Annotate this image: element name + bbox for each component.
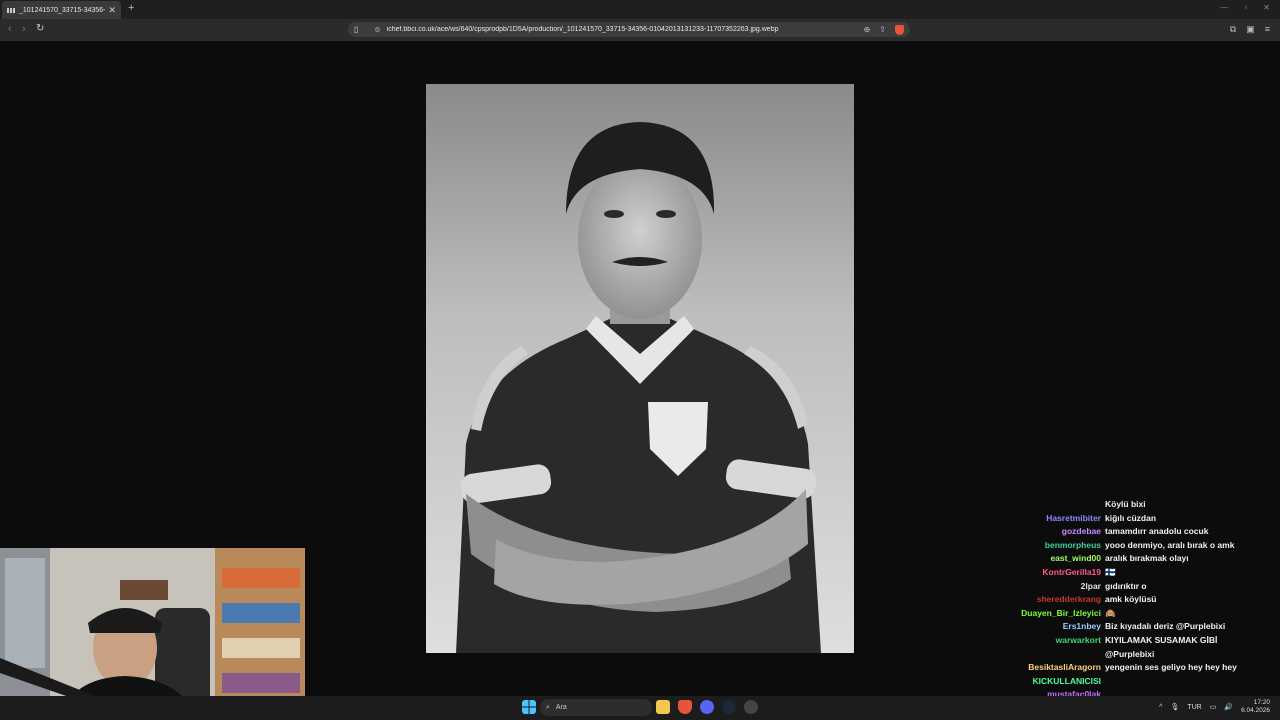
chat-message: gozdebae tamamdırr anadolu cocuk [1005, 525, 1275, 539]
close-tab-icon[interactable]: ✕ [108, 5, 116, 16]
chat-message: 2lpar gıdırıktır o [1005, 580, 1275, 594]
discord-icon[interactable] [700, 700, 714, 714]
chat-username[interactable]: sheredderkrang [1005, 593, 1105, 607]
obs-icon[interactable] [744, 700, 758, 714]
zoom-icon[interactable]: ⊕ [864, 25, 871, 34]
chat-text: KIYILAMAK SUSAMAK GİBİ [1105, 634, 1218, 645]
volume-icon[interactable]: 🔊 [1224, 703, 1233, 711]
chat-message: Duayen_Bir_Izleyici 🙈 [1005, 607, 1275, 621]
chat-username[interactable]: gozdebae [1005, 525, 1105, 539]
chat-username[interactable] [1005, 648, 1105, 662]
extensions-icon[interactable]: ⧉ [1230, 24, 1236, 35]
chat-text: Köylü bixi [1105, 499, 1146, 509]
maximize-icon[interactable]: ▫ [1244, 3, 1247, 12]
chat-text: 🙈 [1105, 607, 1116, 618]
forward-icon[interactable]: › [22, 23, 26, 35]
chat-text: aralık bırakmak olayı [1105, 553, 1189, 564]
chat-username[interactable]: 2lpar [1005, 580, 1105, 594]
chat-message: KontrGerilla19 🇫🇮 [1005, 566, 1275, 580]
chat-text: yooo denmiyo, aralı bırak o amk [1105, 539, 1235, 550]
brave-browser-icon[interactable] [678, 700, 692, 714]
time: 17:20 [1253, 699, 1270, 706]
tab-strip: _101241570_33715-34356-0104... ✕ + — ▫ ✕ [0, 0, 1280, 19]
chat-message: @Purplebixi [1005, 648, 1275, 662]
audio-playing-icon [7, 7, 15, 13]
chat-username[interactable]: east_wind00 [1005, 552, 1105, 566]
menu-icon[interactable]: ≡ [1265, 24, 1270, 35]
chat-text: 🇫🇮 [1105, 566, 1116, 577]
webcam-feed [0, 548, 305, 720]
microphone-icon[interactable]: 🎙 [1170, 703, 1179, 711]
chat-message: Ers1nbey Biz kıyadalı deriz @Purplebixi [1005, 620, 1275, 634]
window-controls: — ▫ ✕ [1220, 3, 1270, 12]
site-info-icon[interactable]: ⚙ [374, 26, 380, 34]
chat-username[interactable]: BesiktasliAragorn [1005, 661, 1105, 675]
chat-text: Biz kıyadalı deriz @Purplebixi [1105, 621, 1226, 632]
windows-taskbar: ⌕ Ara ^ 🎙 TUR ▭ 🔊 17:20 6.04.2026 [0, 696, 1280, 720]
chevron-up-icon[interactable]: ^ [1159, 704, 1162, 711]
steam-icon[interactable] [722, 700, 736, 714]
url-text[interactable]: ichef.bbci.co.uk/ace/ws/640/cpsprodpb/1D… [387, 26, 864, 33]
chat-text: gıdırıktır o [1105, 580, 1147, 591]
chat-message: east_wind00 aralık bırakmak olayı [1005, 552, 1275, 566]
chat-username[interactable]: KICKULLANICISI [1005, 675, 1105, 689]
chat-message: KICKULLANICISI [1005, 675, 1275, 689]
address-bar[interactable]: ▯ ⚙ ichef.bbci.co.uk/ace/ws/640/cpsprodp… [348, 22, 910, 37]
chat-text: tamamdırr anadolu cocuk [1105, 526, 1209, 537]
chat-username[interactable] [1005, 498, 1105, 512]
chat-username[interactable]: KontrGerilla19 [1005, 566, 1105, 580]
minimize-icon[interactable]: — [1220, 3, 1228, 12]
share-icon[interactable]: ⇪ [879, 25, 886, 34]
chat-message: warwarkort KIYILAMAK SUSAMAK GİBİ [1005, 634, 1275, 648]
file-explorer-icon[interactable] [656, 700, 670, 714]
chat-text: kiğılı cüzdan [1105, 512, 1157, 523]
network-icon[interactable]: ▭ [1210, 703, 1217, 711]
displayed-image [426, 84, 854, 653]
chat-username[interactable]: warwarkort [1005, 634, 1105, 648]
new-tab-button[interactable]: + [128, 2, 134, 14]
chat-username[interactable]: Duayen_Bir_Izleyici [1005, 607, 1105, 621]
chat-message: Hasretmibiter kiğılı cüzdan [1005, 512, 1275, 526]
language-indicator[interactable]: TUR [1187, 704, 1201, 711]
portrait-photo [426, 84, 854, 653]
search-placeholder: Ara [555, 704, 567, 711]
chat-text: amk köylüsü [1105, 594, 1157, 605]
chat-message: sheredderkrang amk köylüsü [1005, 593, 1275, 607]
tab-title: _101241570_33715-34356-0104... [19, 6, 106, 14]
close-window-icon[interactable]: ✕ [1263, 3, 1270, 12]
chat-text: yengenin ses geliyo hey hey hey [1105, 662, 1237, 673]
chat-text [1105, 675, 1275, 689]
system-tray: ^ 🎙 TUR ▭ 🔊 17:20 6.04.2026 [1159, 699, 1270, 715]
browser-toolbar: ‹ › ↻ ▯ ⚙ ichef.bbci.co.uk/ace/ws/640/cp… [0, 19, 1280, 41]
search-icon: ⌕ [546, 703, 550, 711]
chat-username[interactable]: benmorpheus [1005, 539, 1105, 553]
stream-chat: Köylü bixi Hasretmibiter kiğılı cüzdan gozd… [1005, 498, 1275, 716]
brave-shield-icon[interactable] [895, 24, 904, 35]
chat-username[interactable]: Hasretmibiter [1005, 512, 1105, 526]
taskbar-search[interactable]: ⌕ Ara [540, 699, 652, 716]
clock[interactable]: 17:20 6.04.2026 [1241, 699, 1270, 715]
chat-username[interactable]: Ers1nbey [1005, 620, 1105, 634]
browser-tab[interactable]: _101241570_33715-34356-0104... ✕ [2, 1, 121, 19]
date: 6.04.2026 [1241, 707, 1270, 714]
start-icon[interactable] [522, 700, 536, 714]
chat-message: benmorpheus yooo denmiyo, aralı bırak o a… [1005, 539, 1275, 553]
back-icon[interactable]: ‹ [8, 23, 12, 35]
chat-text: @Purplebixi [1105, 648, 1155, 659]
bookmark-icon[interactable]: ▯ [354, 25, 358, 34]
toolbar-right: ⧉ ▣ ≡ [1230, 24, 1270, 35]
webcam-overlay [0, 548, 305, 720]
reload-icon[interactable]: ↻ [36, 23, 44, 34]
chat-message: BesiktasliAragorn yengenin ses geliyo hey… [1005, 661, 1275, 675]
wallet-icon[interactable]: ▣ [1246, 24, 1255, 35]
chat-message: Köylü bixi [1005, 498, 1275, 512]
